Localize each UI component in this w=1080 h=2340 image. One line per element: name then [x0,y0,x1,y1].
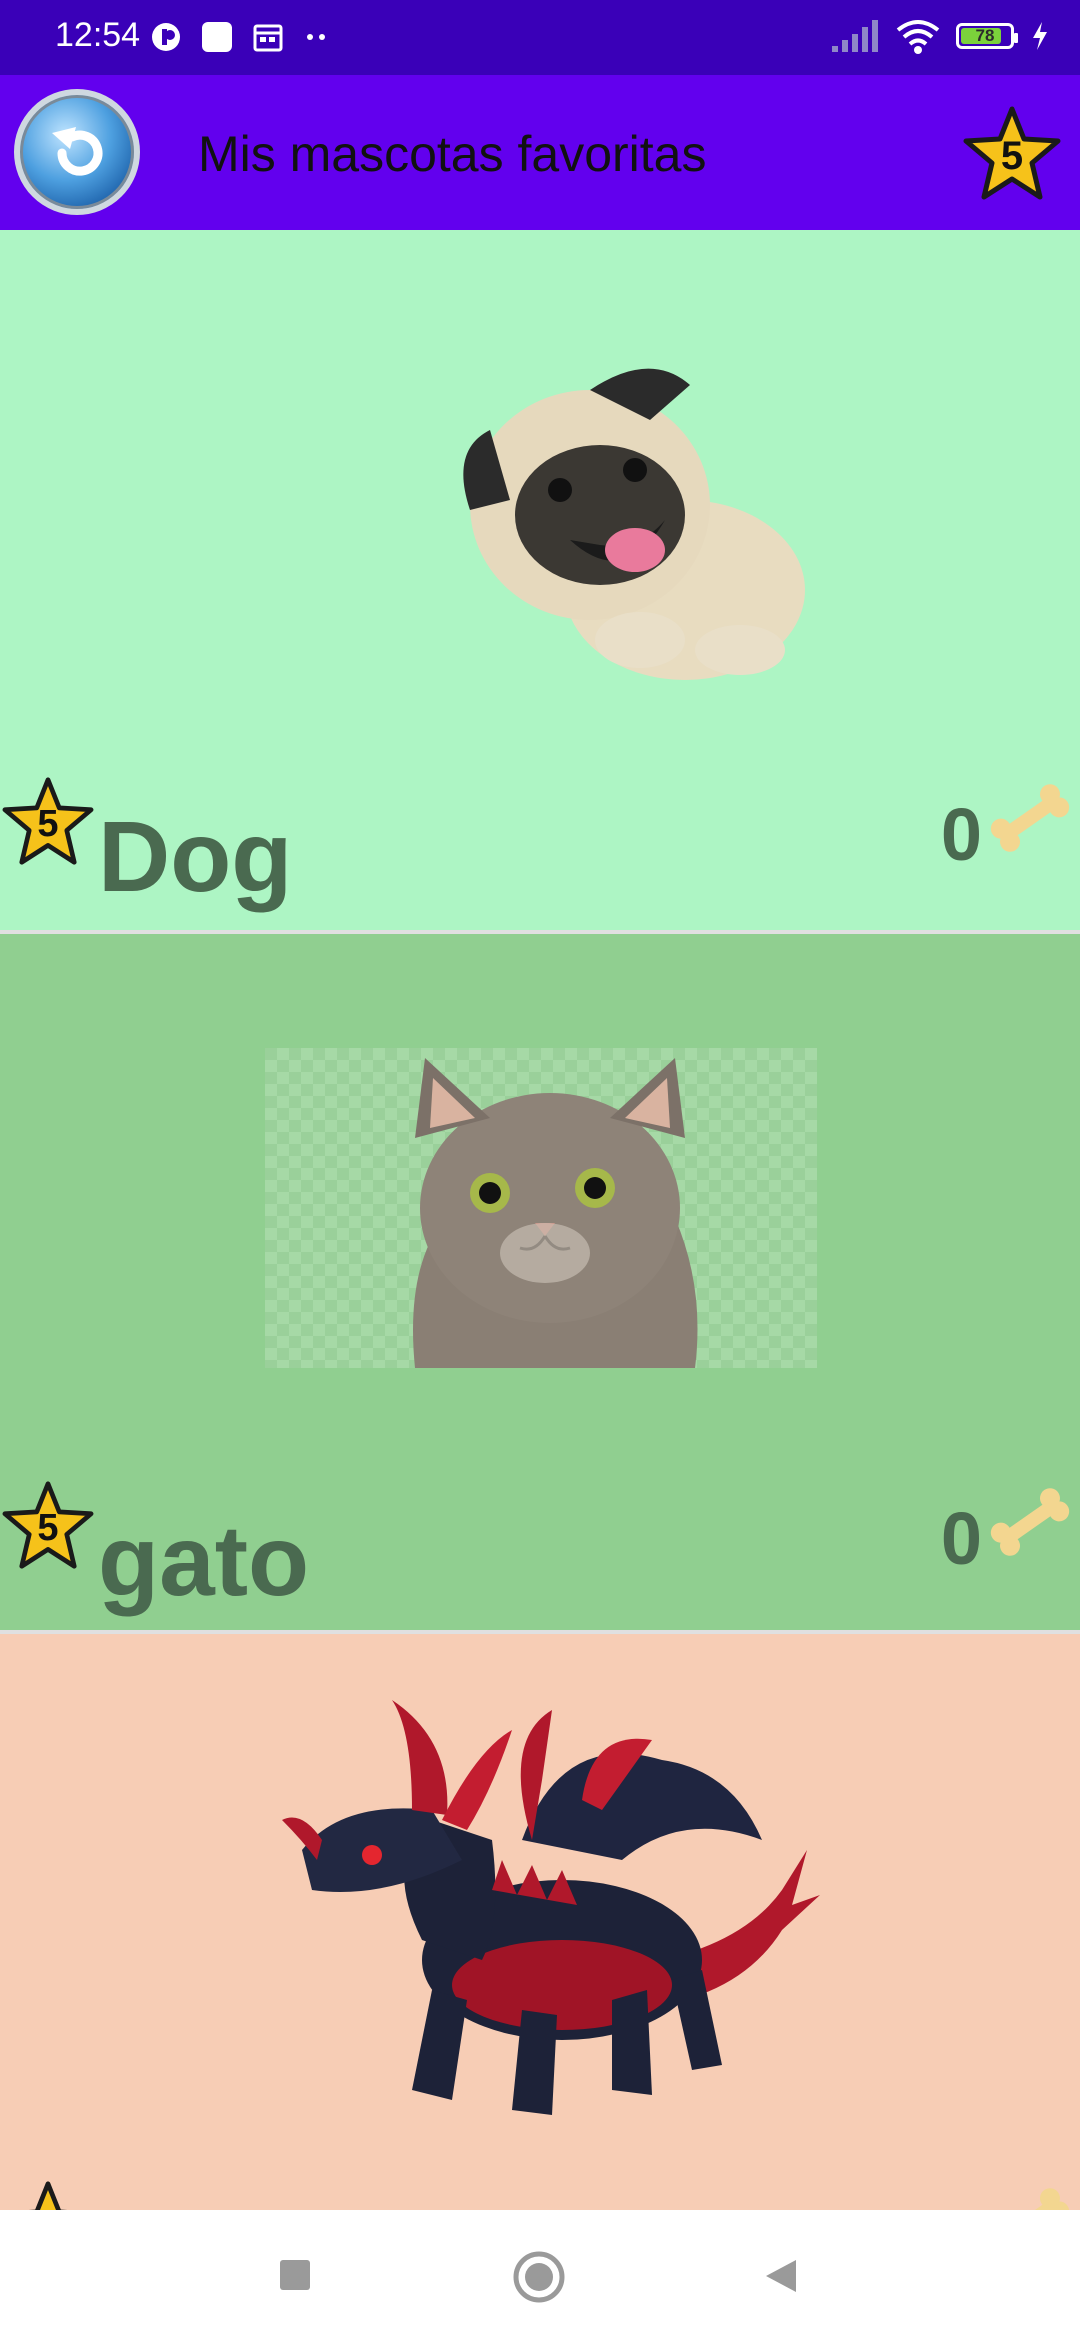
recent-apps-button[interactable] [278,2258,312,2292]
total-stars-count: 5 [1000,134,1024,179]
back-nav-button[interactable] [760,2256,800,2296]
pet-stars-badge: 5 [0,776,96,866]
app-notification-icon [152,23,180,51]
page-title: Mis mascotas favoritas [198,126,707,182]
home-button[interactable] [512,2250,566,2304]
more-notifications-icon [307,34,325,40]
charging-icon [1033,22,1047,50]
bone-icon [990,784,1070,852]
signal-icon [832,20,878,52]
back-icon [52,127,103,176]
square-app-icon [202,22,232,52]
total-stars-badge: 5 [962,105,1062,201]
calendar-icon [253,24,283,52]
app-bar: Mis mascotas favoritas 5 [0,75,1080,230]
pet-name: Dog [98,801,293,913]
pet-name: gato [98,1505,310,1617]
bone-icon [990,1488,1070,1556]
pet-stars-count: 5 [37,1506,59,1549]
pet-stars-count: 5 [37,802,59,845]
battery-level: 78 [975,26,995,45]
status-time: 12:54 [55,16,141,54]
pet-card-dragon[interactable]: 5 [0,1634,1080,2210]
battery-icon: 78 [956,23,1018,49]
system-navigation-bar [0,2210,1080,2340]
back-button[interactable] [14,89,140,215]
pet-stars-badge: 5 [0,2180,96,2210]
star-icon [28,2181,68,2210]
bone-icon [1003,2188,1070,2210]
status-bar: 12:54 78 [0,0,1080,75]
pet-image-dog [463,368,805,680]
pet-stars-badge: 5 [0,1480,96,1570]
pet-bone-count: 0 [940,793,982,876]
pet-card-dog[interactable]: 5 Dog 0 [0,230,1080,930]
pet-image-cat [265,1048,817,1368]
pet-card-cat[interactable]: 5 gato 0 [0,934,1080,1630]
wifi-icon [896,20,940,54]
pet-bone-count: 0 [940,1497,982,1580]
pet-image-dragon [282,1700,820,2115]
